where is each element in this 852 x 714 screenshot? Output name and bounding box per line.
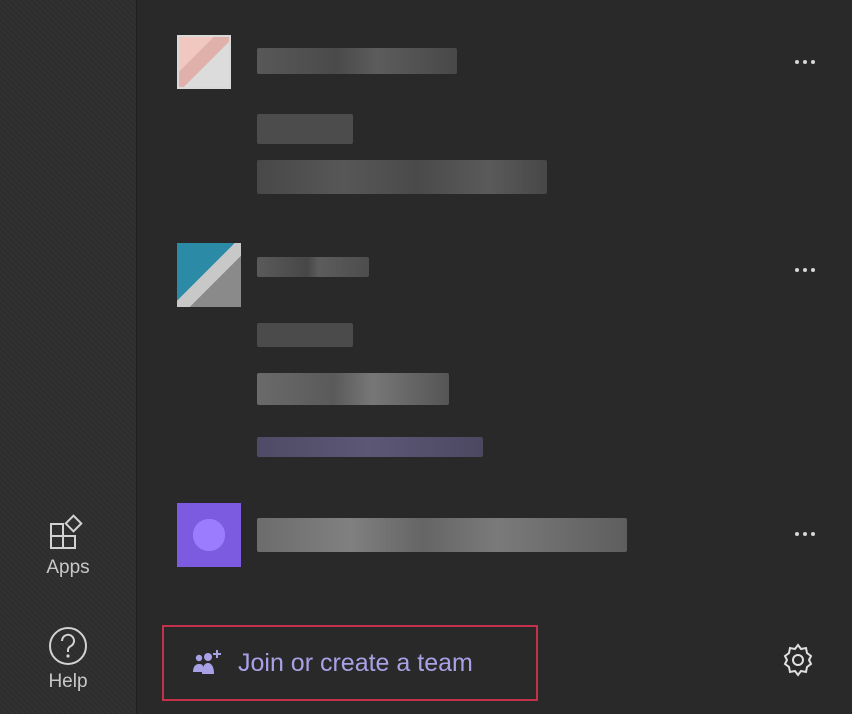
help-label: Help	[48, 671, 88, 692]
join-team-icon	[193, 650, 221, 674]
team-name	[257, 257, 369, 277]
channel-placeholder	[257, 373, 449, 405]
more-options-button[interactable]	[788, 524, 822, 544]
help-icon	[49, 627, 87, 665]
channel-placeholder	[257, 160, 547, 194]
more-options-icon	[795, 268, 799, 272]
apps-icon	[50, 514, 83, 549]
team-item[interactable]	[137, 0, 852, 215]
team-name	[257, 48, 457, 74]
channel-placeholder	[257, 323, 353, 347]
more-options-icon	[795, 532, 799, 536]
more-options-icon	[795, 60, 799, 64]
team-avatar	[177, 243, 241, 307]
channel-placeholder	[257, 114, 353, 144]
teams-list	[137, 0, 852, 714]
apps-button[interactable]: Apps	[0, 513, 136, 579]
gear-icon[interactable]	[780, 642, 816, 678]
app-rail: Apps Help	[0, 0, 137, 714]
join-create-team-button[interactable]: Join or create a team	[162, 625, 538, 701]
team-item[interactable]	[137, 215, 852, 485]
more-options-button[interactable]	[788, 260, 822, 280]
more-options-button[interactable]	[788, 52, 822, 72]
team-name	[257, 518, 627, 552]
apps-label: Apps	[46, 557, 90, 578]
channel-placeholder	[257, 437, 483, 457]
join-create-team-label: Join or create a team	[238, 648, 473, 677]
help-button[interactable]: Help	[0, 625, 136, 693]
team-avatar	[177, 503, 241, 567]
team-avatar	[177, 35, 231, 89]
team-item[interactable]	[137, 485, 852, 595]
